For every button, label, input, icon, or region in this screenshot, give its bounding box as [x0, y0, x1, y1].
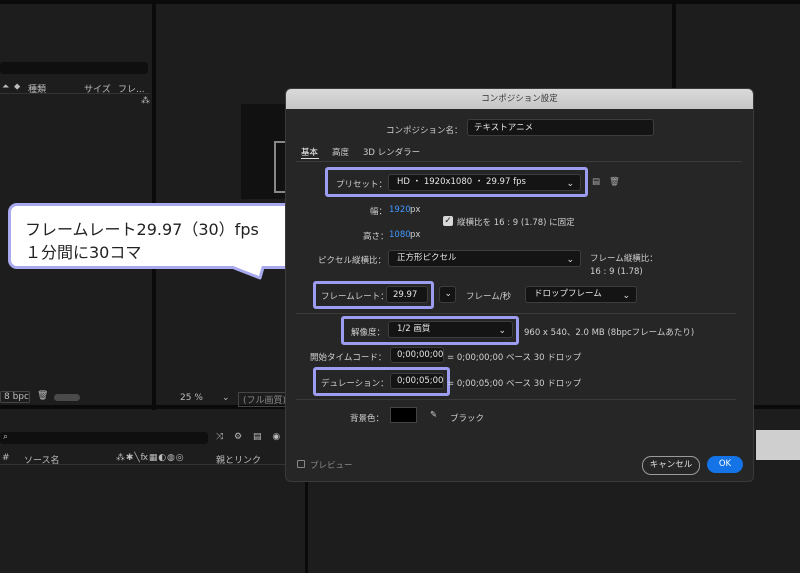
column-frame[interactable]: フレ... [118, 82, 145, 95]
chevron-down-icon: ⌄ [566, 255, 574, 265]
network-icon[interactable]: ⁂ [141, 96, 150, 106]
trash-icon[interactable]: 🗑 [37, 391, 48, 401]
comp-name-input[interactable]: テキストアニメ [467, 119, 654, 136]
resolution-value: 1/2 画質 [397, 324, 431, 334]
duration-input[interactable]: 0;00;05;00 [390, 373, 444, 389]
chevron-down-icon: ⌄ [622, 291, 630, 301]
timeline-ruler [756, 430, 800, 460]
callout-line-2: １分間に30コマ [25, 243, 142, 262]
section-divider-2 [296, 399, 736, 400]
frame-rate-input[interactable]: 29.97 [386, 286, 428, 303]
resolution-dropdown[interactable]: (フル画質) [238, 392, 292, 407]
eyedropper-icon[interactable]: ✎ [430, 410, 437, 420]
annotation-callout: フレームレート29.97（30）fps １分間に30コマ [8, 203, 303, 269]
duration-label: デュレーション： [321, 379, 389, 389]
width-unit: px [410, 205, 421, 215]
tab-basic[interactable]: 基本 [301, 146, 318, 158]
comp-name-label: コンポジション名： [386, 126, 463, 136]
chevron-down-icon: ⌄ [444, 289, 452, 299]
preset-value: HD ・ 1920x1080 ・ 29.97 fps [397, 177, 526, 187]
bg-color-name: ブラック [450, 414, 485, 424]
project-scroll-thumb[interactable] [54, 394, 80, 401]
zoom-chevron-icon[interactable]: ⌄ [222, 393, 230, 403]
preview-label: プレビュー [310, 461, 353, 471]
label-tag-icon[interactable]: ⬥ [14, 82, 20, 92]
cancel-button[interactable]: キャンセル [642, 456, 700, 475]
save-preset-icon[interactable]: ▤ [592, 177, 600, 187]
zoom-level[interactable]: 25 % [180, 393, 203, 403]
preset-dropdown[interactable]: HD ・ 1920x1080 ・ 29.97 fps ⌄ [388, 174, 581, 191]
project-column-headers: ⏶ ⬥ 種類 サイズ フレ... [0, 82, 150, 95]
section-divider-1 [296, 313, 736, 314]
width-value[interactable]: 1920 [389, 205, 411, 215]
tab-3d-renderer[interactable]: 3D レンダラー [363, 146, 420, 158]
frame-rate-label: フレームレート： [321, 292, 389, 302]
composition-settings-dialog: コンポジション設定 コンポジション名： テキストアニメ 基本 高度 3D レンダ… [285, 88, 754, 482]
panel-divider-vertical-left [0, 0, 800, 4]
parent-link-column[interactable]: 親とリンク [216, 453, 261, 466]
lock-aspect-checkbox[interactable]: ✓ [443, 216, 453, 226]
preview-checkbox[interactable] [297, 460, 305, 468]
bpc-button[interactable]: 8 bpc [0, 391, 30, 403]
resolution-label: 解像度： [351, 328, 386, 338]
search-icon: ⌕ [3, 432, 9, 442]
hash-column: # [2, 453, 10, 463]
project-search-field[interactable] [0, 62, 148, 74]
ok-button[interactable]: OK [707, 456, 743, 473]
duration-info: = 0;00;05;00 ベース 30 ドロップ [447, 379, 582, 389]
timeline-header-row: # ソース名 ⁂ ✱ ╲ fx ▦ ◐ ◍ ◎ 親とリンク [0, 453, 300, 466]
dialog-title: コンポジション設定 [286, 89, 753, 109]
resolution-dropdown[interactable]: 1/2 画質 ⌄ [388, 321, 513, 338]
resolution-info: 960 x 540、2.0 MB (8bpcフレームあたり) [524, 328, 695, 338]
callout-pointer [222, 262, 266, 280]
callout-line-1: フレームレート29.97（30）fps [25, 220, 259, 239]
sort-icon[interactable]: ⏶ [2, 82, 9, 92]
start-timecode-input[interactable]: 0;00;00;00 [390, 347, 444, 363]
tab-divider [296, 161, 742, 162]
bg-color-swatch[interactable] [390, 407, 417, 423]
pixel-aspect-label: ピクセル縦横比： [318, 256, 387, 266]
frame-rate-dropdown[interactable]: ⌄ [439, 286, 456, 303]
height-label: 高さ： [363, 232, 389, 242]
drop-frame-dropdown[interactable]: ドロップフレーム ⌄ [525, 286, 637, 303]
tab-basic-underline [301, 158, 319, 159]
height-unit: px [410, 230, 421, 240]
chevron-down-icon: ⌄ [566, 179, 574, 189]
width-label: 幅： [370, 207, 388, 217]
frame-aspect-value: 16 : 9 (1.78) [590, 267, 643, 277]
start-timecode-info: = 0;00;00;00 ベース 30 ドロップ [447, 353, 582, 363]
pixel-aspect-dropdown[interactable]: 正方形ピクセル ⌄ [388, 250, 581, 267]
pixel-aspect-value: 正方形ピクセル [397, 253, 457, 263]
bg-color-label: 背景色： [350, 414, 385, 424]
chevron-down-icon: ⌄ [498, 326, 506, 336]
lock-aspect-label: 縦横比を 16 : 9 (1.78) に固定 [457, 218, 575, 228]
column-size[interactable]: サイズ [84, 82, 111, 95]
fps-unit: フレーム/秒 [466, 292, 512, 302]
timeline-search-field[interactable] [0, 432, 208, 444]
start-timecode-label: 開始タイムコード： [310, 353, 387, 363]
frame-aspect-label: フレーム縦横比： [590, 254, 658, 264]
preset-label: プリセット： [336, 180, 388, 190]
column-type[interactable]: 種類 [28, 82, 46, 95]
switch-column-icons: ⁂ ✱ ╲ fx ▦ ◐ ◍ ◎ [116, 453, 184, 463]
height-value[interactable]: 1080 [389, 230, 411, 240]
tab-advanced[interactable]: 高度 [332, 146, 349, 158]
drop-frame-value: ドロップフレーム [534, 289, 602, 299]
delete-preset-icon[interactable]: 🗑 [609, 177, 620, 187]
source-name-column[interactable]: ソース名 [24, 453, 60, 466]
